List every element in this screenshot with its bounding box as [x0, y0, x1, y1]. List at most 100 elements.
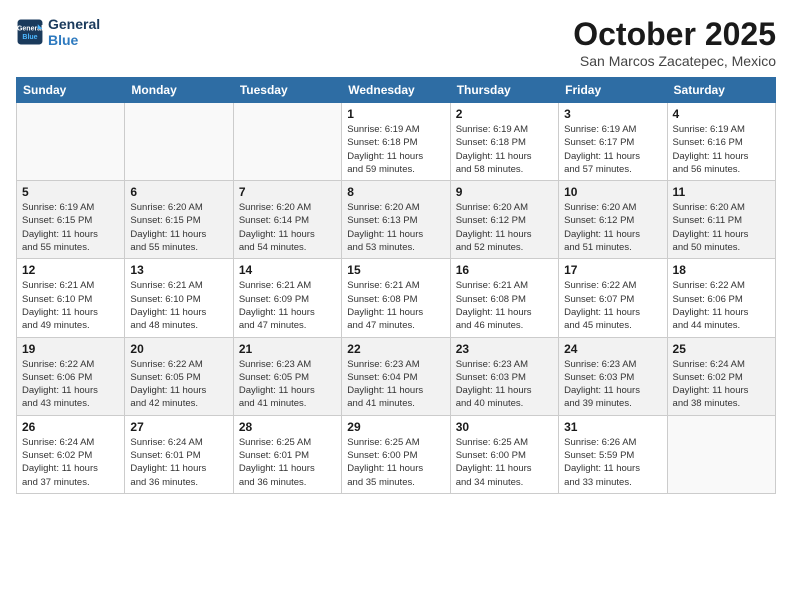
calendar-cell: [125, 103, 233, 181]
day-header-monday: Monday: [125, 78, 233, 103]
day-number: 1: [347, 107, 444, 121]
day-info: Sunrise: 6:25 AM Sunset: 6:01 PM Dayligh…: [239, 436, 336, 489]
day-info: Sunrise: 6:22 AM Sunset: 6:05 PM Dayligh…: [130, 358, 227, 411]
logo-text-line2: Blue: [48, 32, 100, 48]
calendar-title: October 2025: [573, 16, 776, 53]
day-info: Sunrise: 6:20 AM Sunset: 6:11 PM Dayligh…: [673, 201, 770, 254]
day-info: Sunrise: 6:19 AM Sunset: 6:15 PM Dayligh…: [22, 201, 119, 254]
day-number: 17: [564, 263, 661, 277]
calendar-cell: 3Sunrise: 6:19 AM Sunset: 6:17 PM Daylig…: [559, 103, 667, 181]
calendar-cell: 29Sunrise: 6:25 AM Sunset: 6:00 PM Dayli…: [342, 415, 450, 493]
day-number: 4: [673, 107, 770, 121]
calendar-cell: 16 Sunrise: 6:21 AM Sunset: 6:08 PM Dayli…: [450, 259, 558, 337]
day-number: 2: [456, 107, 553, 121]
calendar-header-row: SundayMondayTuesdayWednesdayThursdayFrid…: [17, 78, 776, 103]
day-info: Sunrise: 6:20 AM Sunset: 6:15 PM Dayligh…: [130, 201, 227, 254]
calendar-cell: 11 Sunrise: 6:20 AM Sunset: 6:11 PM Dayli…: [667, 181, 775, 259]
day-info: Sunrise: 6:20 AM Sunset: 6:12 PM Dayligh…: [456, 201, 553, 254]
day-number: 21: [239, 342, 336, 356]
day-number: 18: [673, 263, 770, 277]
day-header-wednesday: Wednesday: [342, 78, 450, 103]
day-info: Sunrise: 6:26 AM Sunset: 5:59 PM Dayligh…: [564, 436, 661, 489]
day-number: 30: [456, 420, 553, 434]
calendar-cell: 30 Sunrise: 6:25 AM Sunset: 6:00 PM Dayli…: [450, 415, 558, 493]
day-number: 13: [130, 263, 227, 277]
day-header-saturday: Saturday: [667, 78, 775, 103]
day-info: Sunrise: 6:22 AM Sunset: 6:07 PM Dayligh…: [564, 279, 661, 332]
day-info: Sunrise: 6:19 AM Sunset: 6:18 PM Dayligh…: [456, 123, 553, 176]
calendar-cell: 25 Sunrise: 6:24 AM Sunset: 6:02 PM Dayli…: [667, 337, 775, 415]
calendar-cell: 17 Sunrise: 6:22 AM Sunset: 6:07 PM Dayli…: [559, 259, 667, 337]
calendar-cell: [667, 415, 775, 493]
day-info: Sunrise: 6:22 AM Sunset: 6:06 PM Dayligh…: [673, 279, 770, 332]
day-number: 10: [564, 185, 661, 199]
day-info: Sunrise: 6:19 AM Sunset: 6:18 PM Dayligh…: [347, 123, 444, 176]
day-info: Sunrise: 6:23 AM Sunset: 6:05 PM Dayligh…: [239, 358, 336, 411]
day-info: Sunrise: 6:25 AM Sunset: 6:00 PM Dayligh…: [456, 436, 553, 489]
calendar-cell: 6 Sunrise: 6:20 AM Sunset: 6:15 PM Daylig…: [125, 181, 233, 259]
week-row-4: 19 Sunrise: 6:22 AM Sunset: 6:06 PM Dayli…: [17, 337, 776, 415]
calendar-body: 1 Sunrise: 6:19 AM Sunset: 6:18 PM Daylig…: [17, 103, 776, 494]
day-info: Sunrise: 6:25 AM Sunset: 6:00 PM Dayligh…: [347, 436, 444, 489]
calendar-cell: 27Sunrise: 6:24 AM Sunset: 6:01 PM Dayli…: [125, 415, 233, 493]
calendar-cell: 7 Sunrise: 6:20 AM Sunset: 6:14 PM Daylig…: [233, 181, 341, 259]
calendar-cell: 4Sunrise: 6:19 AM Sunset: 6:16 PM Daylig…: [667, 103, 775, 181]
calendar-cell: 8Sunrise: 6:20 AM Sunset: 6:13 PM Daylig…: [342, 181, 450, 259]
day-info: Sunrise: 6:23 AM Sunset: 6:03 PM Dayligh…: [456, 358, 553, 411]
calendar-cell: 26 Sunrise: 6:24 AM Sunset: 6:02 PM Dayli…: [17, 415, 125, 493]
day-number: 9: [456, 185, 553, 199]
day-number: 14: [239, 263, 336, 277]
calendar-cell: 22 Sunrise: 6:23 AM Sunset: 6:04 PM Dayli…: [342, 337, 450, 415]
calendar-cell: [233, 103, 341, 181]
day-number: 8: [347, 185, 444, 199]
day-number: 23: [456, 342, 553, 356]
calendar-cell: 19 Sunrise: 6:22 AM Sunset: 6:06 PM Dayli…: [17, 337, 125, 415]
day-info: Sunrise: 6:21 AM Sunset: 6:08 PM Dayligh…: [347, 279, 444, 332]
day-header-thursday: Thursday: [450, 78, 558, 103]
calendar-cell: [17, 103, 125, 181]
day-number: 24: [564, 342, 661, 356]
calendar-cell: 23 Sunrise: 6:23 AM Sunset: 6:03 PM Dayli…: [450, 337, 558, 415]
logo-text-line1: General: [48, 16, 100, 32]
calendar-cell: 24 Sunrise: 6:23 AM Sunset: 6:03 PM Dayli…: [559, 337, 667, 415]
day-info: Sunrise: 6:24 AM Sunset: 6:02 PM Dayligh…: [673, 358, 770, 411]
day-number: 26: [22, 420, 119, 434]
calendar-cell: 31 Sunrise: 6:26 AM Sunset: 5:59 PM Dayli…: [559, 415, 667, 493]
day-info: Sunrise: 6:23 AM Sunset: 6:03 PM Dayligh…: [564, 358, 661, 411]
logo-icon: General Blue: [16, 18, 44, 46]
day-number: 25: [673, 342, 770, 356]
title-block: October 2025 San Marcos Zacatepec, Mexic…: [573, 16, 776, 69]
day-number: 6: [130, 185, 227, 199]
day-header-tuesday: Tuesday: [233, 78, 341, 103]
day-number: 31: [564, 420, 661, 434]
day-info: Sunrise: 6:24 AM Sunset: 6:02 PM Dayligh…: [22, 436, 119, 489]
day-number: 20: [130, 342, 227, 356]
day-number: 3: [564, 107, 661, 121]
day-number: 19: [22, 342, 119, 356]
day-info: Sunrise: 6:21 AM Sunset: 6:10 PM Dayligh…: [22, 279, 119, 332]
day-info: Sunrise: 6:21 AM Sunset: 6:10 PM Dayligh…: [130, 279, 227, 332]
day-number: 7: [239, 185, 336, 199]
calendar-cell: 2 Sunrise: 6:19 AM Sunset: 6:18 PM Daylig…: [450, 103, 558, 181]
day-info: Sunrise: 6:21 AM Sunset: 6:08 PM Dayligh…: [456, 279, 553, 332]
calendar-cell: 10Sunrise: 6:20 AM Sunset: 6:12 PM Dayli…: [559, 181, 667, 259]
day-info: Sunrise: 6:22 AM Sunset: 6:06 PM Dayligh…: [22, 358, 119, 411]
day-info: Sunrise: 6:20 AM Sunset: 6:14 PM Dayligh…: [239, 201, 336, 254]
calendar-cell: 9 Sunrise: 6:20 AM Sunset: 6:12 PM Daylig…: [450, 181, 558, 259]
week-row-2: 5Sunrise: 6:19 AM Sunset: 6:15 PM Daylig…: [17, 181, 776, 259]
page-header: General Blue General Blue October 2025 S…: [16, 16, 776, 69]
week-row-3: 12Sunrise: 6:21 AM Sunset: 6:10 PM Dayli…: [17, 259, 776, 337]
calendar-cell: 28Sunrise: 6:25 AM Sunset: 6:01 PM Dayli…: [233, 415, 341, 493]
day-info: Sunrise: 6:24 AM Sunset: 6:01 PM Dayligh…: [130, 436, 227, 489]
calendar-table: SundayMondayTuesdayWednesdayThursdayFrid…: [16, 77, 776, 494]
week-row-1: 1 Sunrise: 6:19 AM Sunset: 6:18 PM Daylig…: [17, 103, 776, 181]
day-info: Sunrise: 6:23 AM Sunset: 6:04 PM Dayligh…: [347, 358, 444, 411]
day-number: 11: [673, 185, 770, 199]
day-number: 16: [456, 263, 553, 277]
day-header-sunday: Sunday: [17, 78, 125, 103]
calendar-cell: 12Sunrise: 6:21 AM Sunset: 6:10 PM Dayli…: [17, 259, 125, 337]
calendar-subtitle: San Marcos Zacatepec, Mexico: [573, 53, 776, 69]
day-number: 22: [347, 342, 444, 356]
day-header-friday: Friday: [559, 78, 667, 103]
calendar-cell: 13 Sunrise: 6:21 AM Sunset: 6:10 PM Dayli…: [125, 259, 233, 337]
